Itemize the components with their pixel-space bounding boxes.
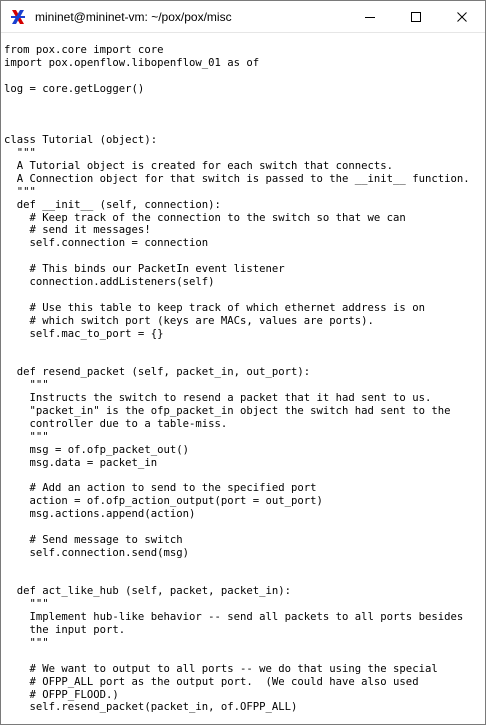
window-title: mininet@mininet-vm: ~/pox/pox/misc (35, 9, 232, 24)
terminal-line: # Keep track of the connection to the sw… (4, 211, 406, 224)
terminal-line: # We want to output to all ports -- we d… (4, 662, 438, 675)
terminal-line: msg.actions.append(action) (4, 508, 196, 521)
terminal-line: # send it messages! (4, 224, 151, 237)
terminal-line: # Add an action to send to the specified… (4, 482, 317, 495)
terminal-line: "packet_in" is the ofp_packet_in object … (4, 404, 451, 417)
terminal-line: self.connection = connection (4, 237, 209, 250)
terminal-line: the input port. (4, 624, 126, 637)
terminal-line: # OFPP_FLOOD.) (4, 688, 119, 701)
terminal-line: controller due to a table-miss. (4, 417, 228, 430)
terminal-line: msg.data = packet_in (4, 456, 158, 469)
terminal-line: def __init__ (self, connection): (4, 198, 221, 211)
terminal-line: def resend_packet (self, packet_in, out_… (4, 366, 311, 379)
maximize-icon (411, 11, 421, 22)
maximize-button[interactable] (393, 1, 439, 32)
terminal-line: Implement hub-like behavior -- send all … (4, 611, 464, 624)
terminal-line: Instructs the switch to resend a packet … (4, 392, 432, 405)
terminal-line: # which switch port (keys are MACs, valu… (4, 314, 374, 327)
terminal-line: action = of.ofp_action_output(port = out… (4, 495, 323, 508)
terminal-line: self.mac_to_port = {} (4, 327, 164, 340)
terminal-line: """ (4, 430, 49, 443)
terminal-line: """ (4, 636, 49, 649)
terminal-line: # Send message to switch (4, 533, 183, 546)
close-button[interactable] (439, 1, 485, 32)
terminal-window: mininet@mininet-vm: ~/pox/pox/misc from … (0, 0, 486, 725)
terminal-content[interactable]: from pox.core import core import pox.open… (4, 44, 482, 724)
terminal-line: """ (4, 147, 36, 160)
terminal-line: class Tutorial (object): (4, 134, 158, 147)
terminal-line: # Use this table to keep track of which … (4, 301, 425, 314)
terminal-line: """ (4, 598, 49, 611)
terminal-line: # OFPP_ALL port as the output port. (We … (4, 675, 419, 688)
terminal-line: connection.addListeners(self) (4, 276, 215, 289)
terminal-line: self.connection.send(msg) (4, 546, 189, 559)
minimize-icon (365, 16, 375, 18)
terminal-line: msg = of.ofp_packet_out() (4, 443, 189, 456)
terminal-line: """ (4, 379, 49, 392)
title-bar[interactable]: mininet@mininet-vm: ~/pox/pox/misc (1, 1, 485, 33)
terminal-line: log = core.getLogger() (4, 82, 145, 95)
terminal-line: def act_like_hub (self, packet, packet_i… (4, 585, 292, 598)
minimize-button[interactable] (347, 1, 393, 32)
terminal-line: from pox.core import core (4, 44, 164, 56)
terminal-line: A Tutorial object is created for each sw… (4, 160, 394, 173)
terminal-line: A Connection object for that switch is p… (4, 172, 470, 185)
xterm-x-icon (10, 9, 26, 25)
terminal-line: # This binds our PacketIn event listener (4, 263, 285, 276)
terminal-line: """ (4, 185, 36, 198)
terminal-line: import pox.openflow.libopenflow_01 as of (4, 56, 260, 69)
terminal-line: self.resend_packet(packet_in, of.OFPP_AL… (4, 701, 298, 714)
close-icon (457, 11, 467, 22)
